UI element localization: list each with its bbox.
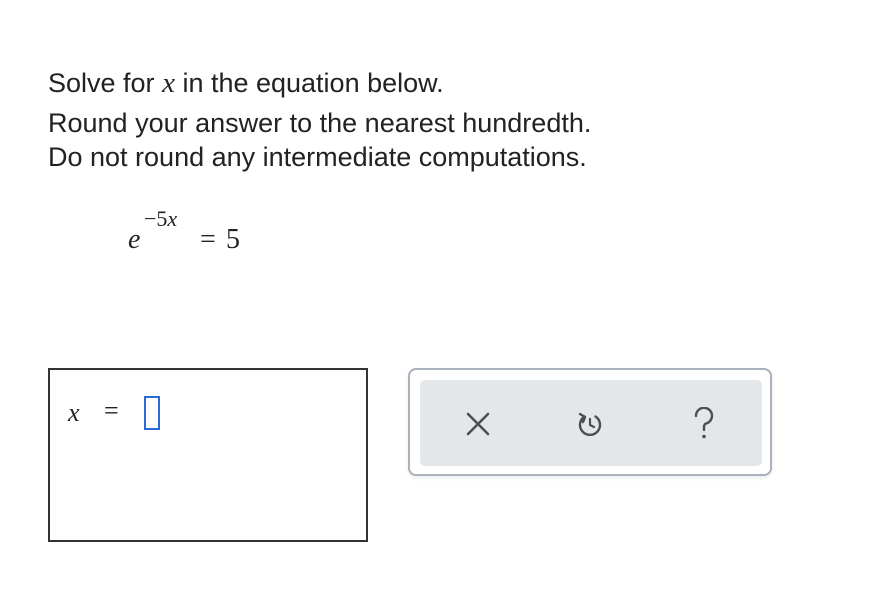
- answer-variable: x: [68, 398, 80, 427]
- instruction-line-2: Round your answer to the nearest hundred…: [48, 108, 592, 138]
- answer-equals: =: [104, 396, 119, 425]
- equation: e −5x = 5: [128, 200, 288, 260]
- instruction-line-3: Do not round any intermediate computatio…: [48, 142, 587, 172]
- clear-button[interactable]: [456, 402, 500, 446]
- exponent-sign: −: [144, 206, 157, 231]
- exponent-coefficient: 5: [156, 206, 168, 231]
- instructions: Solve for x in the equation below. Round…: [48, 66, 591, 174]
- instruction-line-1-suffix: in the equation below.: [174, 68, 444, 98]
- help-icon: [694, 407, 714, 439]
- instruction-variable: x: [162, 67, 175, 99]
- close-icon: [466, 412, 490, 436]
- instruction-line-1: Solve for x in the equation below.: [48, 66, 591, 100]
- answer-box: x =: [48, 368, 368, 542]
- exponent-variable: x: [167, 206, 178, 231]
- equation-rhs: 5: [226, 224, 240, 255]
- undo-icon: [578, 412, 602, 437]
- toolbar-panel: [420, 380, 762, 466]
- equation-base: e: [128, 224, 141, 255]
- equation-exponent: −5x: [144, 206, 177, 232]
- undo-button[interactable]: [568, 402, 612, 446]
- equation-equals: =: [200, 224, 216, 255]
- answer-toolbar: [408, 368, 772, 476]
- help-button[interactable]: [682, 402, 726, 446]
- answer-input[interactable]: [144, 396, 160, 430]
- instruction-line-1-prefix: Solve for: [48, 68, 163, 98]
